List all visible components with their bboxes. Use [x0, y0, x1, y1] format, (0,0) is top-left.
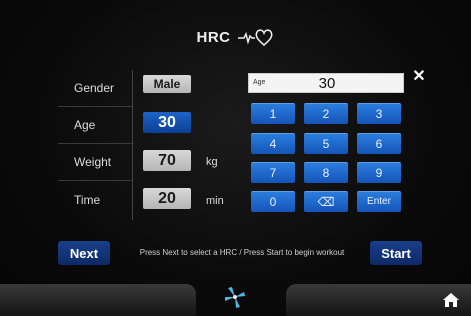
key-4[interactable]: 4 — [251, 133, 295, 154]
key-0[interactable]: 0 — [251, 191, 295, 212]
fan-icon[interactable] — [222, 284, 248, 310]
bottom-bar-left — [0, 284, 196, 316]
time-label: Time — [74, 192, 101, 207]
gender-label: Gender — [58, 70, 132, 107]
weight-value-field[interactable]: 70 — [143, 150, 191, 171]
time-unit: min — [206, 195, 224, 207]
page-title: HRC — [196, 28, 231, 46]
title-bar: HRC — [0, 26, 471, 48]
close-icon[interactable]: ✕ — [412, 69, 426, 85]
key-1[interactable]: 1 — [251, 103, 295, 124]
heartbeat-heart-icon — [237, 29, 272, 46]
start-button[interactable]: Start — [370, 241, 422, 265]
key-9[interactable]: 9 — [357, 162, 401, 183]
instruction-hint: Press Next to select a HRC / Press Start… — [139, 248, 345, 257]
weight-unit: kg — [206, 156, 218, 168]
age-label: Age — [58, 107, 132, 144]
keypad-display-value: 30 — [318, 75, 336, 92]
time-value-field[interactable]: 20 — [143, 188, 191, 209]
home-icon[interactable] — [442, 292, 460, 308]
key-5[interactable]: 5 — [304, 133, 348, 154]
field-labels: Gender Age Weight Time — [58, 70, 133, 220]
backspace-key[interactable]: ⌫ — [304, 191, 348, 212]
next-button[interactable]: Next — [58, 241, 110, 265]
key-2[interactable]: 2 — [304, 103, 348, 124]
gender-value-button[interactable]: Male — [143, 75, 191, 93]
key-7[interactable]: 7 — [251, 162, 295, 183]
weight-label: Weight — [58, 144, 132, 181]
key-8[interactable]: 8 — [304, 162, 348, 183]
keypad-display: Age 30 — [248, 73, 404, 93]
enter-key[interactable]: Enter — [357, 191, 401, 212]
hrc-setup-screen: HRC Gender Age Weight Time Male 30 70 kg… — [0, 0, 471, 316]
key-6[interactable]: 6 — [357, 133, 401, 154]
key-3[interactable]: 3 — [357, 103, 401, 124]
age-value-field[interactable]: 30 — [143, 112, 191, 133]
